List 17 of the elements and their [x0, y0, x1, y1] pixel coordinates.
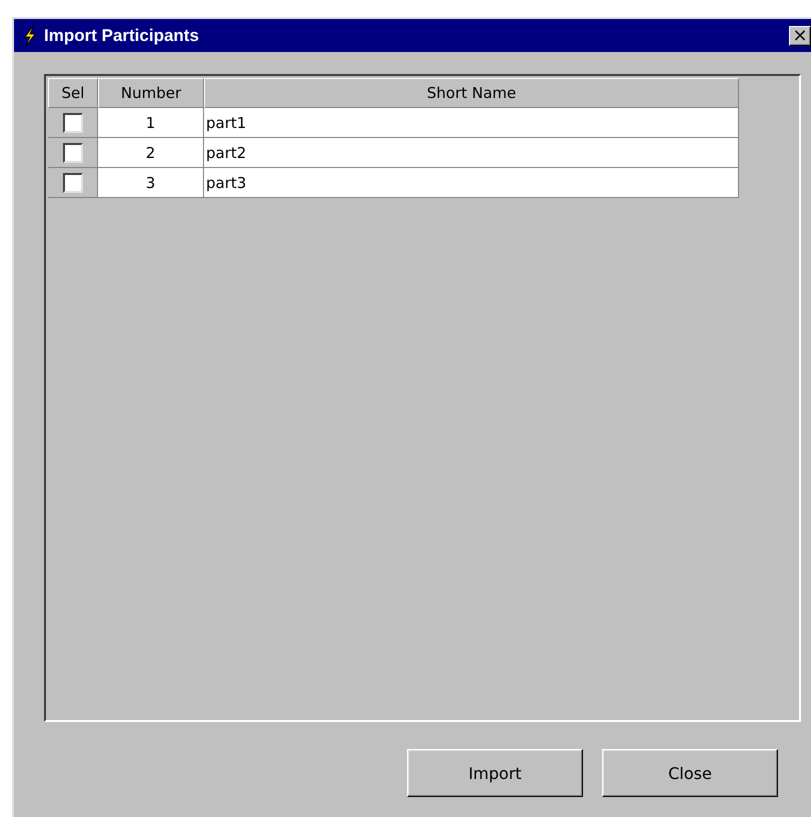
import-button[interactable]: Import: [407, 749, 583, 797]
checkbox[interactable]: [62, 112, 82, 132]
close-button[interactable]: ×: [789, 26, 811, 46]
checkbox[interactable]: [62, 172, 82, 192]
lightning-icon: [22, 24, 38, 48]
table-cell: 2: [98, 138, 204, 168]
window-title: Import Participants: [44, 26, 200, 46]
table-cell: 3: [98, 168, 204, 198]
table-cell: part3: [204, 168, 739, 198]
column-header: Short Name: [204, 78, 739, 108]
column-header: Number: [98, 78, 204, 108]
close-dialog-button[interactable]: Close: [602, 749, 778, 797]
table-cell: part2: [204, 138, 739, 168]
table-cell: part1: [204, 108, 739, 138]
table-cell: 1: [98, 108, 204, 138]
column-header: Sel: [48, 78, 98, 108]
checkbox[interactable]: [62, 142, 82, 162]
